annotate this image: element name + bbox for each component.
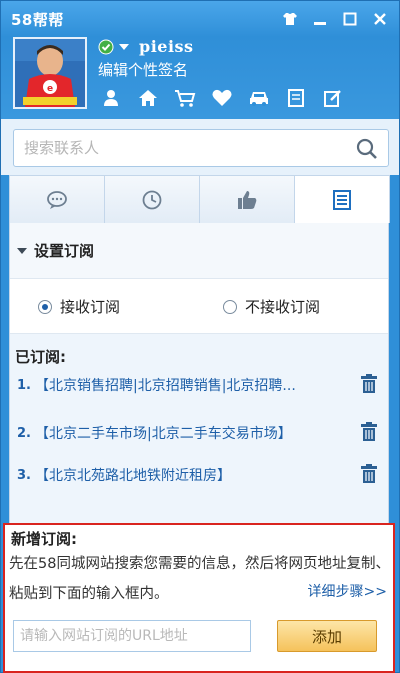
trash-icon[interactable] <box>360 464 378 488</box>
subscription-link[interactable]: 【北京北苑路北地铁附近租房】 <box>35 465 353 485</box>
home-icon[interactable] <box>135 87 160 109</box>
item-number: 2. <box>17 425 31 441</box>
tab-chat[interactable] <box>9 175 105 223</box>
svg-text:e: e <box>47 84 53 94</box>
search-box <box>13 129 389 167</box>
cart-icon[interactable] <box>172 87 197 109</box>
subscription-link[interactable]: 【北京销售招聘|北京招聘销售|北京招聘... <box>35 375 353 395</box>
settings-title: 设置订阅 <box>34 242 95 260</box>
add-button[interactable]: 添加 <box>277 620 377 652</box>
subscribed-title: 已订阅: <box>15 348 66 366</box>
app-title: 58帮帮 <box>11 11 64 29</box>
chat-icon <box>47 190 67 209</box>
username: pieiss <box>139 37 194 56</box>
close-icon[interactable] <box>371 10 389 28</box>
list-item: 3. 【北京北苑路北地铁附近租房】 <box>17 462 382 488</box>
main-tabs <box>9 175 390 223</box>
signature-field[interactable]: 编辑个性签名 <box>98 59 188 80</box>
thumbs-up-icon <box>238 190 257 209</box>
trash-icon[interactable] <box>360 374 378 398</box>
subscription-options: 接收订阅 不接收订阅 <box>10 279 388 331</box>
avatar[interactable]: e <box>13 37 87 109</box>
search-input[interactable] <box>24 130 344 166</box>
subscribed-section: 已订阅: 1. 【北京销售招聘|北京招聘销售|北京招聘... 2. 【北京二手车… <box>10 333 388 523</box>
receive-label: 接收订阅 <box>60 298 121 316</box>
trash-icon[interactable] <box>360 422 378 446</box>
status-dropdown-icon[interactable] <box>118 39 130 58</box>
settings-section-header[interactable]: 设置订阅 <box>10 223 388 279</box>
profile-toolbar <box>98 87 345 109</box>
edit-icon[interactable] <box>320 87 345 109</box>
list-item: 2. 【北京二手车市场|北京二手车交易市场】 <box>17 420 382 446</box>
new-subscription-title: 新增订阅: <box>11 530 77 548</box>
item-number: 1. <box>17 377 31 393</box>
online-status-icon[interactable] <box>98 39 114 59</box>
detail-steps-link[interactable]: 详细步骤>> <box>308 581 387 601</box>
no-receive-label: 不接收订阅 <box>245 298 321 316</box>
minimize-icon[interactable] <box>311 10 329 28</box>
receive-radio[interactable]: 接收订阅 <box>38 296 120 317</box>
heart-icon[interactable] <box>209 87 234 109</box>
radio-unselected-indicator <box>223 299 237 314</box>
notebook-icon[interactable] <box>283 87 308 109</box>
profile-header: e pieiss 编辑个性签名 <box>1 37 399 119</box>
subscription-panel: 设置订阅 接收订阅 不接收订阅 已订阅: 1. 【北京销售招聘|北京招聘销售|北… <box>3 223 395 673</box>
new-subscription-section: 新增订阅: 先在58同城网站搜索您需要的信息，然后将网页地址复制、粘贴到下面的输… <box>3 523 395 673</box>
collapse-caret-icon <box>17 247 27 254</box>
search-area <box>1 119 399 175</box>
subscription-link[interactable]: 【北京二手车市场|北京二手车交易市场】 <box>35 423 353 443</box>
maximize-icon[interactable] <box>341 10 359 28</box>
contact-icon[interactable] <box>98 87 123 109</box>
window-controls <box>281 10 389 28</box>
item-number: 3. <box>17 467 31 483</box>
tab-likes[interactable] <box>199 175 295 223</box>
list-item: 1. 【北京销售招聘|北京招聘销售|北京招聘... <box>17 372 382 398</box>
app-window: 58帮帮 e pieiss 编辑个性签名 搜索联系人 设置订阅 接收订阅 不接收… <box>0 0 400 673</box>
tab-recent[interactable] <box>104 175 200 223</box>
title-bar[interactable]: 58帮帮 <box>1 1 399 37</box>
search-icon[interactable] <box>356 138 378 164</box>
skin-icon[interactable] <box>281 10 299 28</box>
clock-icon <box>142 190 162 209</box>
car-icon[interactable] <box>246 87 271 109</box>
radio-selected-indicator <box>38 299 52 314</box>
tab-subscriptions[interactable] <box>294 175 390 223</box>
no-receive-radio[interactable]: 不接收订阅 <box>223 296 320 317</box>
list-icon <box>333 189 351 210</box>
url-input[interactable] <box>13 620 251 652</box>
